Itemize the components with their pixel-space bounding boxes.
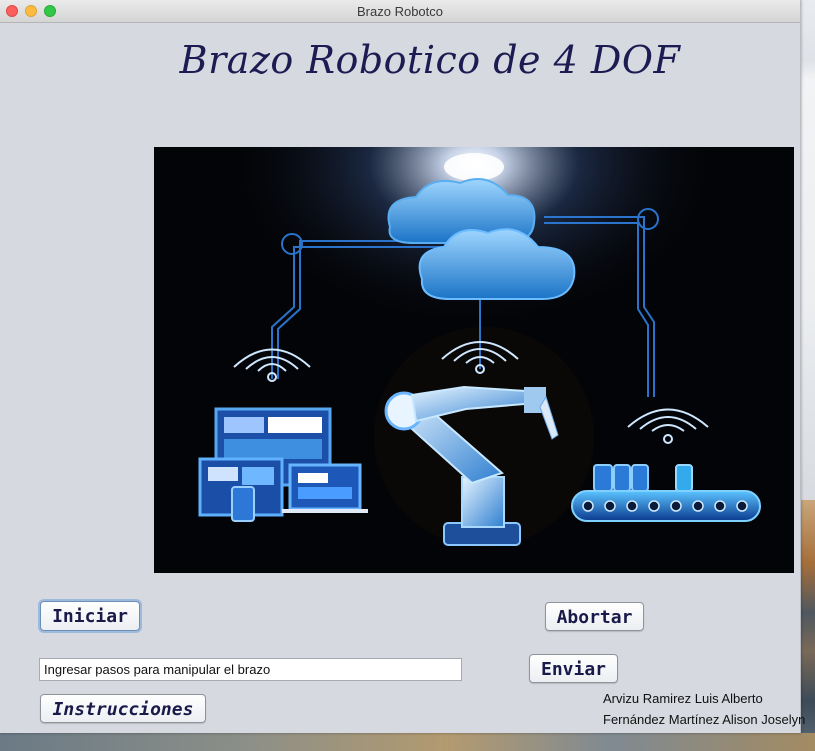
steps-input[interactable] (39, 658, 462, 681)
app-window: Brazo Robotco Brazo Robotico de 4 DOF In… (0, 0, 805, 733)
robot-arm-illustration (154, 147, 794, 573)
desktop-wallpaper-bottom (0, 733, 815, 751)
author-name-1: Arvizu Ramirez Luis Alberto (603, 691, 763, 706)
page-title: Brazo Robotico de 4 DOF (179, 38, 681, 82)
start-button[interactable]: Iniciar (40, 601, 140, 631)
abort-button[interactable]: Abortar (545, 602, 644, 631)
title-bar[interactable]: Brazo Robotco (0, 0, 800, 23)
robot-network-image (154, 147, 794, 573)
instructions-button[interactable]: Instrucciones (40, 694, 206, 723)
author-name-2: Fernández Martínez Alison Joselyn (603, 712, 806, 727)
send-button[interactable]: Enviar (529, 654, 618, 683)
window-title: Brazo Robotco (357, 4, 443, 19)
